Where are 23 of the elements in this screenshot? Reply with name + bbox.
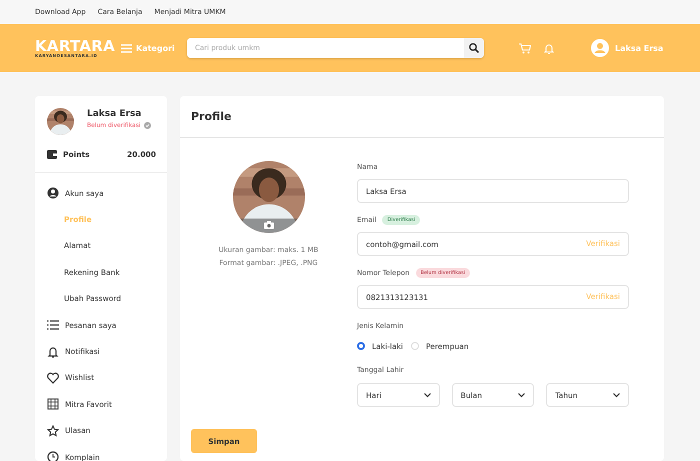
- radio-button[interactable]: [357, 342, 365, 350]
- store-icon: [47, 398, 59, 410]
- bell-icon: [544, 42, 554, 54]
- clock-icon: [47, 451, 59, 461]
- chevron-down-icon: [613, 392, 620, 398]
- user-avatar-icon: [591, 39, 609, 57]
- user-name: Laksa Ersa: [87, 109, 142, 119]
- check-badge-icon: [144, 122, 150, 129]
- user-icon: [47, 187, 59, 200]
- cart-button[interactable]: [519, 42, 531, 54]
- cart-icon: [519, 42, 531, 54]
- chevron-down-icon: [424, 392, 431, 398]
- list-icon: [47, 319, 59, 332]
- search-button[interactable]: [464, 38, 484, 58]
- star-icon: [47, 424, 59, 437]
- page-title: Profile: [180, 96, 664, 138]
- menu-icon: [121, 44, 132, 52]
- chevron-down-icon: [518, 392, 526, 398]
- heart-icon: [47, 372, 59, 384]
- notification-button[interactable]: [544, 42, 554, 54]
- wallet-icon: [47, 150, 57, 159]
- bell-icon: [47, 346, 59, 358]
- search-icon: [469, 43, 479, 53]
